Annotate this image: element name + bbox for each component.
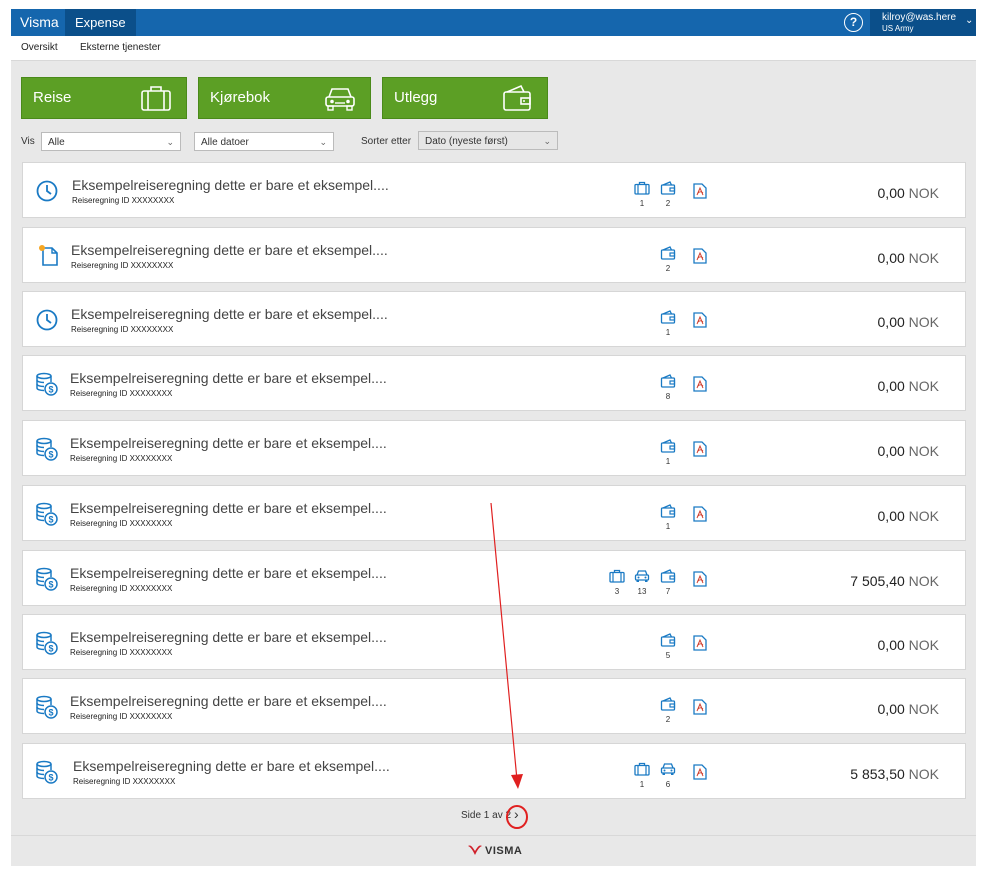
annotation-overlay <box>490 502 528 829</box>
annotation-circle <box>506 805 528 829</box>
annotation-arrow-line <box>490 502 518 781</box>
annotation-arrow-head <box>511 774 523 789</box>
